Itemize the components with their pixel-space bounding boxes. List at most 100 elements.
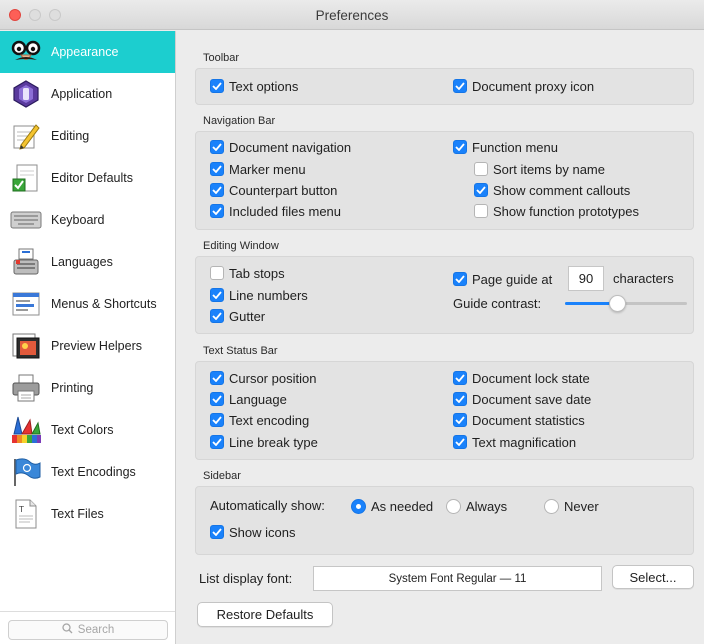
document-navigation-checkbox[interactable]: Document navigation: [210, 138, 351, 156]
sidebar-item-label: Languages: [51, 255, 113, 269]
language-checkbox[interactable]: Language: [210, 390, 287, 408]
pencil-paper-icon: [10, 120, 42, 152]
sort-items-by-name-checkbox[interactable]: Sort items by name: [474, 160, 605, 178]
characters-label: characters: [613, 271, 674, 286]
checkmark-icon: [453, 140, 467, 154]
counterpart-button-checkbox[interactable]: Counterpart button: [210, 181, 337, 199]
list-display-font-label: List display font:: [199, 571, 293, 586]
sidebar-item-text-colors[interactable]: Text Colors: [0, 409, 175, 451]
radio-label: Never: [564, 498, 599, 514]
checkmark-icon: [210, 140, 224, 154]
menus-icon: [10, 288, 42, 320]
sidebar-item-editing[interactable]: Editing: [0, 115, 175, 157]
checkbox-label: Tab stops: [229, 265, 285, 281]
sidebar-item-appearance[interactable]: Appearance: [0, 31, 175, 73]
sidebar-item-preview-helpers[interactable]: Preview Helpers: [0, 325, 175, 367]
sidebar-item-application[interactable]: Application: [0, 73, 175, 115]
sidebar-item-label: Keyboard: [51, 213, 105, 227]
sidebar-item-printing[interactable]: Printing: [0, 367, 175, 409]
line-numbers-checkbox[interactable]: Line numbers: [210, 286, 308, 304]
checkbox-label: Show icons: [229, 524, 296, 540]
sidebar-item-label: Text Encodings: [51, 465, 136, 479]
show-icons-checkbox[interactable]: Show icons: [210, 523, 295, 541]
restore-defaults-button[interactable]: Restore Defaults: [197, 602, 333, 627]
page-guide-checkbox[interactable]: Page guide at: [453, 270, 552, 288]
checkmark-icon: [474, 183, 488, 197]
color-swatches-icon: [10, 414, 42, 446]
text-encoding-checkbox[interactable]: Text encoding: [210, 411, 309, 429]
text-magnification-checkbox[interactable]: Text magnification: [453, 433, 576, 451]
gutter-checkbox[interactable]: Gutter: [210, 307, 265, 325]
checkmark-icon: [210, 525, 224, 539]
sidebar-item-text-files[interactable]: T Text Files: [0, 493, 175, 535]
line-break-type-checkbox[interactable]: Line break type: [210, 433, 318, 451]
checkmark-icon: [210, 371, 224, 385]
checkbox-label: Included files menu: [229, 203, 342, 219]
sidebar-item-editor-defaults[interactable]: Editor Defaults: [0, 157, 175, 199]
checkbox-empty: [474, 162, 488, 176]
keyboard-icon: [10, 204, 42, 236]
text-options-checkbox[interactable]: Text options: [210, 77, 298, 95]
radio-unselected: [544, 498, 559, 514]
sidebar-item-languages[interactable]: Languages: [0, 241, 175, 283]
checkbox-label: Language: [229, 391, 287, 407]
checkbox-label: Document lock state: [472, 370, 590, 386]
document-proxy-icon-checkbox[interactable]: Document proxy icon: [453, 77, 594, 95]
checkmark-icon: [453, 435, 467, 449]
checkmark-icon: [210, 162, 224, 176]
checkbox-empty: [474, 204, 488, 218]
checkmark-icon: [453, 413, 467, 427]
sidebar-item-label: Printing: [51, 381, 94, 395]
checkbox-label: Text magnification: [472, 434, 577, 450]
section-title-sidebar: Sidebar: [203, 470, 241, 482]
radio-label: As needed: [371, 498, 434, 514]
sidebar-item-menus-shortcuts[interactable]: Menus & Shortcuts: [0, 283, 175, 325]
text-file-icon: T: [10, 498, 42, 530]
select-font-button[interactable]: Select...: [612, 565, 694, 589]
checkmark-icon: [453, 392, 467, 406]
checkmark-icon: [453, 79, 467, 93]
document-lock-state-checkbox[interactable]: Document lock state: [453, 369, 590, 387]
checkmark-icon: [453, 272, 467, 286]
search-icon: [62, 623, 73, 637]
checkbox-label: Line break type: [229, 434, 318, 450]
printer-icon: [10, 372, 42, 404]
as-needed-radio[interactable]: As needed: [351, 497, 433, 515]
checkbox-label: Marker menu: [229, 161, 306, 177]
included-files-menu-checkbox[interactable]: Included files menu: [210, 202, 341, 220]
window-title: Preferences: [315, 8, 389, 23]
show-function-prototypes-checkbox[interactable]: Show function prototypes: [474, 202, 639, 220]
checkbox-label: Show comment callouts: [493, 182, 631, 198]
never-radio[interactable]: Never: [544, 497, 599, 515]
checkmark-icon: [210, 309, 224, 323]
always-radio[interactable]: Always: [446, 497, 507, 515]
checkbox-label: Page guide at: [472, 271, 553, 287]
marker-menu-checkbox[interactable]: Marker menu: [210, 160, 306, 178]
sidebar-item-label: Editing: [51, 129, 90, 143]
sidebar-item-label: Appearance: [51, 45, 119, 59]
page-guide-column-input[interactable]: 90: [568, 266, 604, 291]
checkmark-icon: [210, 183, 224, 197]
function-menu-checkbox[interactable]: Function menu: [453, 138, 558, 156]
checkbox-label: Text encoding: [229, 412, 310, 428]
checkbox-label: Document proxy icon: [472, 78, 595, 94]
tab-stops-checkbox[interactable]: Tab stops: [210, 264, 285, 282]
document-statistics-checkbox[interactable]: Document statistics: [453, 411, 585, 429]
slider-knob[interactable]: [609, 295, 626, 312]
sidebar-item-label: Application: [51, 87, 113, 101]
sidebar-item-keyboard[interactable]: Keyboard: [0, 199, 175, 241]
languages-icon: [10, 246, 42, 278]
guide-contrast-slider[interactable]: [565, 295, 687, 312]
guide-contrast-label: Guide contrast:: [453, 296, 542, 311]
document-save-date-checkbox[interactable]: Document save date: [453, 390, 591, 408]
radio-selected: [351, 498, 366, 514]
sidebar-search-field[interactable]: Search: [8, 620, 168, 640]
sidebar-item-text-encodings[interactable]: Text Encodings: [0, 451, 175, 493]
checkbox-label: Document statistics: [472, 412, 585, 428]
list-display-font-field: System Font Regular — 11: [313, 566, 602, 591]
show-comment-callouts-checkbox[interactable]: Show comment callouts: [474, 181, 630, 199]
cursor-position-checkbox[interactable]: Cursor position: [210, 369, 316, 387]
checkbox-label: Sort items by name: [493, 161, 605, 177]
checkbox-label: Text options: [229, 78, 299, 94]
radio-label: Always: [466, 498, 508, 514]
